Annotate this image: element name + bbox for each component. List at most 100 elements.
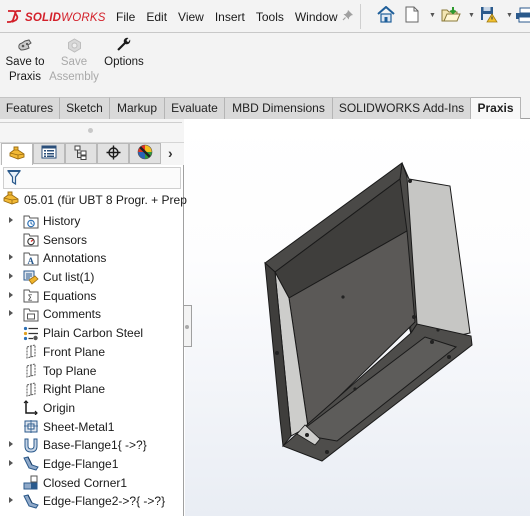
new-dropdown-icon[interactable]: ▼ xyxy=(429,12,436,19)
property-manager-icon xyxy=(41,145,57,162)
tab-features[interactable]: Features xyxy=(0,97,60,119)
open-dropdown-icon[interactable]: ▼ xyxy=(468,12,475,19)
open-button[interactable] xyxy=(441,6,461,26)
ds-logo-icon xyxy=(6,9,22,26)
menu-file[interactable]: File xyxy=(110,10,140,24)
part-root-node[interactable]: 05.01 (für UBT 8 Progr. + Prep xyxy=(3,191,187,208)
edge-flange-icon xyxy=(23,456,39,472)
tree-node-label: Cut list(1) xyxy=(43,270,95,285)
tree-node-front-plane[interactable]: Front Plane xyxy=(0,343,184,362)
tab-sketch[interactable]: Sketch xyxy=(60,97,110,119)
save-assembly-label-line1: Save xyxy=(60,56,88,68)
save-icon xyxy=(480,6,498,26)
menu-bar: File Edit View Insert Tools Window xyxy=(110,10,343,24)
panel-header xyxy=(0,119,184,143)
tab-dimxpert-manager[interactable] xyxy=(97,143,129,164)
tree-node-sheet-metal[interactable]: Sheet-Metal1 xyxy=(0,418,184,437)
feature-manager-panel: › 05.01 (für UBT 8 Progr. + Prep History… xyxy=(0,119,187,516)
expand-arrow-icon[interactable] xyxy=(9,441,13,448)
menu-view[interactable]: View xyxy=(172,10,209,24)
expand-arrow-icon[interactable] xyxy=(9,310,13,317)
options-button[interactable]: Options xyxy=(102,37,146,70)
print-icon xyxy=(516,6,530,26)
annotations-folder-icon: A xyxy=(23,250,39,266)
tree-node-origin[interactable]: Origin xyxy=(0,399,184,418)
sensors-folder-icon xyxy=(23,232,39,248)
tree-node-equations[interactable]: Σ Equations xyxy=(0,287,184,306)
tree-node-cut-list[interactable]: Cut list(1) xyxy=(0,268,184,287)
home-button[interactable] xyxy=(376,5,396,26)
save-assembly-icon xyxy=(49,37,99,53)
material-icon xyxy=(23,325,39,341)
tab-configuration-manager[interactable] xyxy=(65,143,97,164)
expand-arrow-icon[interactable] xyxy=(9,273,13,280)
sheet-metal-enclosure-3d-model[interactable] xyxy=(185,119,530,516)
plane-icon xyxy=(23,381,39,397)
tree-node-label: Front Plane xyxy=(43,344,106,359)
graphics-area[interactable] xyxy=(185,119,530,516)
panel-grip-icon[interactable] xyxy=(88,128,93,133)
tree-node-comments[interactable]: Comments xyxy=(0,305,184,324)
tab-praxis[interactable]: Praxis xyxy=(471,97,521,120)
plane-icon xyxy=(23,363,39,379)
hole xyxy=(412,315,416,319)
panel-splitter[interactable] xyxy=(0,121,182,123)
home-icon xyxy=(377,5,395,26)
print-button[interactable] xyxy=(516,6,530,26)
tree-node-label: Sheet-Metal1 xyxy=(43,419,115,434)
command-manager-tabs: Features Sketch Markup Evaluate MBD Dime… xyxy=(0,97,530,120)
expand-arrow-icon[interactable] xyxy=(9,291,13,298)
menu-insert[interactable]: Insert xyxy=(209,10,250,24)
filter-icon xyxy=(6,170,22,189)
tab-solidworks-add-ins[interactable]: SOLIDWORKS Add-Ins xyxy=(333,97,471,119)
expand-arrow-icon[interactable] xyxy=(9,497,13,504)
tree-node-edge-flange-1[interactable]: Edge-Flange1 xyxy=(0,455,184,474)
hole xyxy=(305,433,309,437)
tree-node-top-plane[interactable]: Top Plane xyxy=(0,362,184,381)
menu-tools[interactable]: Tools xyxy=(250,10,289,24)
tab-markup[interactable]: Markup xyxy=(110,97,165,119)
tree-node-base-flange[interactable]: Base-Flange1{ ->?} xyxy=(0,436,184,455)
tab-feature-manager[interactable] xyxy=(1,143,33,165)
new-document-button[interactable] xyxy=(404,6,420,26)
tree-node-history[interactable]: History xyxy=(0,212,184,231)
hole xyxy=(430,340,434,344)
pin-icon[interactable] xyxy=(342,9,354,24)
more-tabs-chevron-icon[interactable]: › xyxy=(168,145,173,161)
tree-node-edge-flange-2[interactable]: Edge-Flange2->?{ ->?} xyxy=(0,492,184,511)
save-to-praxis-button[interactable]: Save to Praxis xyxy=(4,37,46,85)
save-dropdown-icon[interactable]: ▼ xyxy=(506,12,513,19)
tree-node-label: Top Plane xyxy=(43,363,97,378)
svg-text:A: A xyxy=(28,256,35,266)
expand-arrow-icon[interactable] xyxy=(9,217,13,223)
tree-node-closed-corner[interactable]: Closed Corner1 xyxy=(0,474,184,493)
menu-edit[interactable]: Edit xyxy=(140,10,172,24)
equations-folder-icon: Σ xyxy=(23,288,39,304)
tab-property-manager[interactable] xyxy=(33,143,65,164)
hole xyxy=(353,387,357,391)
tab-evaluate[interactable]: Evaluate xyxy=(165,97,225,119)
tree-node-label: Edge-Flange2->?{ ->?} xyxy=(43,494,166,509)
svg-text:Σ: Σ xyxy=(28,294,33,303)
expand-arrow-icon[interactable] xyxy=(9,254,13,261)
save-assembly-button[interactable]: Save Assembly xyxy=(49,37,99,85)
solidworks-logo[interactable]: SOLIDWORKS xyxy=(6,9,106,26)
tree-node-label: Right Plane xyxy=(43,382,106,397)
tree-node-label: Edge-Flange1 xyxy=(43,456,119,471)
tab-mbd-dimensions[interactable]: MBD Dimensions xyxy=(225,97,333,119)
hole xyxy=(408,179,412,183)
feature-filter-input[interactable] xyxy=(3,167,181,189)
save-button[interactable] xyxy=(480,6,498,26)
panel-tabs: › xyxy=(0,143,184,165)
expand-arrow-icon[interactable] xyxy=(9,459,13,466)
panel-collapse-handle[interactable] xyxy=(184,305,192,347)
tree-node-right-plane[interactable]: Right Plane xyxy=(0,380,184,399)
base-flange-icon xyxy=(23,437,39,453)
command-manager: Save to Praxis Save Assembly Options xyxy=(0,33,530,97)
tree-node-material[interactable]: Plain Carbon Steel xyxy=(0,324,184,343)
tree-node-sensors[interactable]: Sensors xyxy=(0,231,184,250)
hole xyxy=(341,295,345,299)
tree-node-annotations[interactable]: A Annotations xyxy=(0,249,184,268)
tab-display-manager[interactable] xyxy=(129,143,161,164)
menu-window[interactable]: Window xyxy=(289,10,343,24)
